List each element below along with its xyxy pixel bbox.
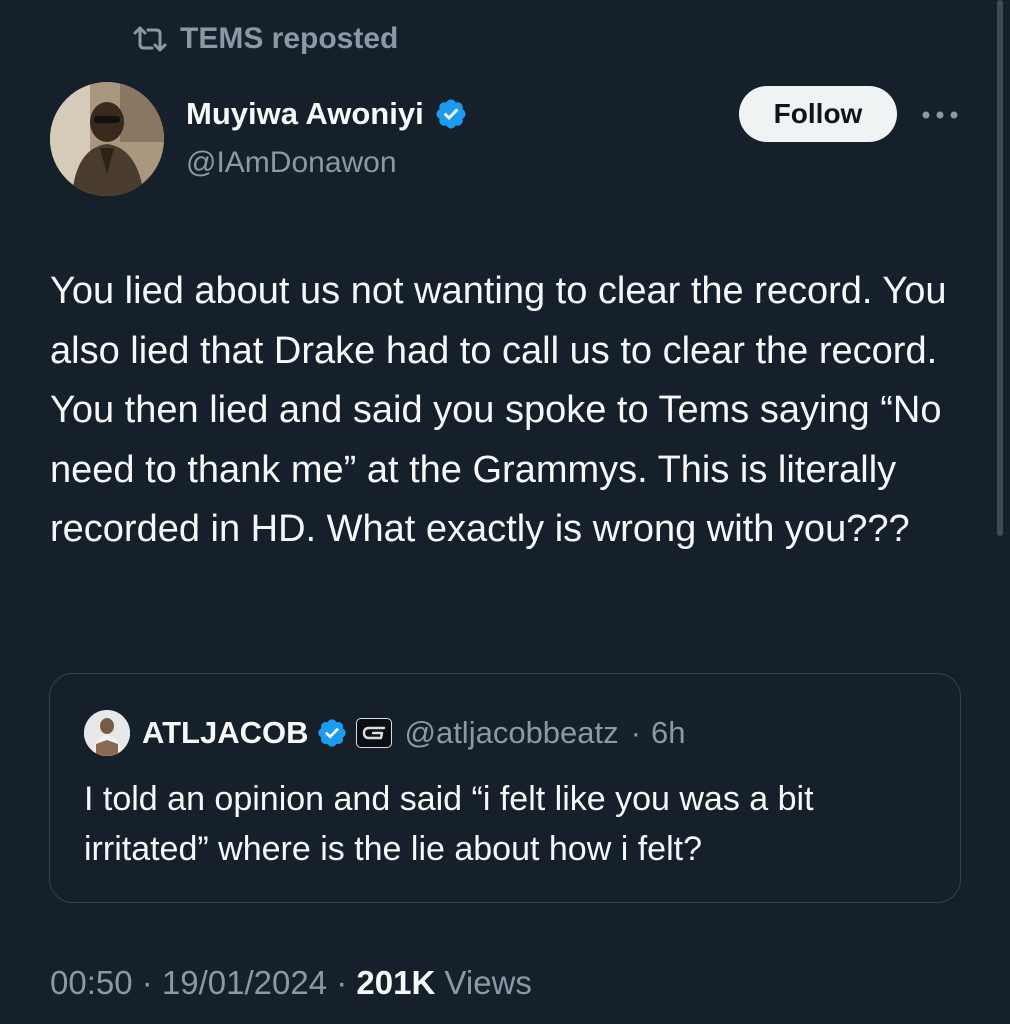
author-handle[interactable]: @IAmDonawon: [186, 146, 397, 180]
quoted-avatar[interactable]: [84, 710, 130, 756]
author-name-row[interactable]: Muyiwa Awoniyi: [186, 96, 468, 132]
scrollbar[interactable]: [997, 0, 1003, 536]
quoted-separator: ·: [630, 715, 641, 750]
meta-separator: ·: [132, 964, 162, 1001]
repost-indicator[interactable]: TEMS reposted: [132, 22, 398, 56]
more-options-button[interactable]: [920, 98, 960, 132]
views-label: Views: [435, 964, 532, 1001]
verified-badge-icon: [318, 719, 347, 747]
quoted-timestamp[interactable]: 6h: [651, 715, 685, 751]
quoted-author-name[interactable]: ATLJACOB: [142, 715, 308, 751]
repost-label: TEMS reposted: [180, 22, 399, 55]
author-name[interactable]: Muyiwa Awoniyi: [186, 96, 424, 132]
tweet-time[interactable]: 00:50: [50, 964, 133, 1002]
more-icon: [922, 111, 958, 119]
quoted-tweet[interactable]: ATLJACOB @atljacobbeatz · 6h I told an o…: [49, 673, 961, 903]
quoted-tweet-header: ATLJACOB @atljacobbeatz · 6h: [84, 710, 685, 756]
meta-separator: ·: [327, 964, 357, 1001]
quoted-author-handle[interactable]: @atljacobbeatz: [404, 715, 618, 751]
tweet-date[interactable]: 19/01/2024: [162, 964, 327, 1002]
quoted-tweet-text: I told an opinion and said “i felt like …: [84, 780, 814, 868]
tweet-meta: 00:50 · 19/01/2024 · 201K Views: [50, 964, 532, 1002]
follow-button[interactable]: Follow: [739, 86, 897, 142]
verified-badge-icon: [436, 99, 466, 129]
avatar[interactable]: [50, 82, 164, 196]
repost-icon: [133, 26, 167, 52]
views-count[interactable]: 201K: [356, 964, 435, 1002]
affiliate-badge-icon[interactable]: [356, 718, 393, 748]
tweet-text: You lied about us not wanting to clear t…: [50, 270, 947, 551]
